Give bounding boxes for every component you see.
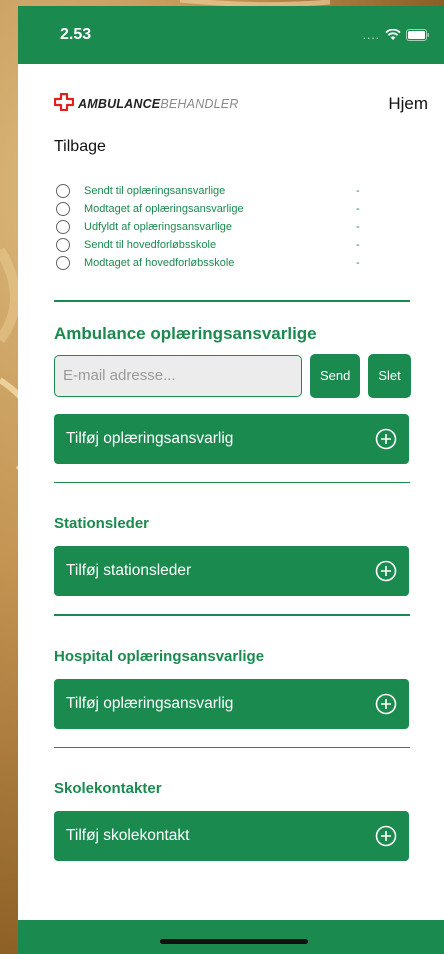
radio-button[interactable] [56, 184, 70, 198]
delete-button[interactable]: Slet [368, 353, 411, 398]
status-label: Udfyldt af oplæringsansvarlige [84, 221, 232, 233]
add-button-label: Tilføj oplæringsansvarlig [66, 429, 234, 447]
radio-button[interactable] [56, 202, 70, 216]
add-station-leader-button[interactable]: Tilføj stationsleder [54, 546, 409, 596]
section-divider [54, 614, 410, 616]
plus-circle-icon [375, 560, 397, 582]
add-ambulance-trainer-button[interactable]: Tilføj oplæringsansvarlig [54, 413, 409, 464]
status-value: - [356, 185, 360, 197]
status-value: - [356, 239, 360, 251]
section-title-school: Skolekontakter [54, 780, 162, 797]
home-indicator[interactable] [160, 939, 308, 944]
send-button[interactable]: Send [310, 353, 361, 398]
section-title-station: Stationsleder [54, 515, 150, 532]
plus-circle-icon [375, 693, 397, 715]
app-logo: AMBULANCEBEHANDLER [53, 92, 239, 116]
add-school-contact-button[interactable]: Tilføj skolekontakt [54, 811, 409, 861]
app-header: AMBULANCEBEHANDLER Hjem [18, 64, 444, 114]
wifi-icon [385, 29, 401, 41]
status-list: Sendt til oplæringsansvarlige - Modtaget… [56, 182, 444, 272]
section-divider [54, 300, 410, 302]
plus-circle-icon [375, 428, 397, 450]
status-value: - [356, 203, 360, 215]
radio-button[interactable] [56, 256, 70, 270]
battery-icon [406, 29, 430, 41]
phone-screen: 2.53 .... AMBULANCEBEHANDLER Hjem Tilbag… [18, 6, 444, 954]
status-row: Udfyldt af oplæringsansvarlige - [56, 218, 444, 236]
status-row: Sendt til hovedforløbsskole - [56, 236, 444, 254]
status-value: - [356, 257, 360, 269]
home-link[interactable]: Hjem [388, 94, 428, 114]
status-bar: 2.53 .... [18, 6, 444, 64]
email-row: Send Slet [54, 353, 444, 398]
section-title-ambulance: Ambulance oplæringsansvarlige [54, 323, 317, 343]
status-row: Modtaget af oplæringsansvarlige - [56, 200, 444, 218]
status-value: - [356, 221, 360, 233]
status-label: Sendt til oplæringsansvarlige [84, 185, 226, 197]
status-label: Modtaget af oplæringsansvarlige [84, 203, 244, 215]
email-input[interactable] [54, 354, 302, 397]
radio-button[interactable] [56, 220, 70, 234]
red-cross-icon [53, 92, 75, 116]
status-label: Modtaget af hovedforløbsskole [84, 257, 235, 269]
add-hospital-trainer-button[interactable]: Tilføj oplæringsansvarlig [54, 678, 409, 729]
logo-wordmark: AMBULANCEBEHANDLER [78, 97, 239, 111]
section-title-hospital: Hospital oplæringsansvarlige [54, 647, 265, 665]
status-label: Sendt til hovedforløbsskole [84, 239, 217, 251]
status-icons: .... [363, 28, 430, 42]
section-divider [54, 481, 410, 483]
add-button-label: Tilføj oplæringsansvarlig [66, 694, 234, 712]
section-divider [54, 746, 410, 748]
radio-button[interactable] [56, 238, 70, 252]
back-link[interactable]: Tilbage [54, 138, 444, 156]
status-time: 2.53 [60, 26, 92, 43]
status-row: Modtaget af hovedforløbsskole - [56, 254, 444, 272]
plus-circle-icon [375, 825, 397, 847]
status-row: Sendt til oplæringsansvarlige - [56, 182, 444, 200]
signal-icon: .... [362, 28, 380, 42]
add-button-label: Tilføj skolekontakt [66, 827, 190, 844]
add-button-label: Tilføj stationsleder [66, 562, 192, 579]
bottom-bar [18, 920, 444, 954]
